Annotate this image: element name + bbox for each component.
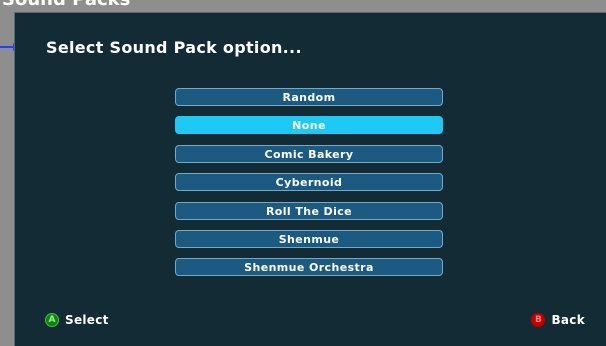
sound-pack-panel: Select Sound Pack option... Random None …	[14, 12, 606, 346]
options-list: Random None Comic Bakery Cybernoid Roll …	[175, 88, 443, 287]
option-random[interactable]: Random	[175, 88, 443, 106]
option-shenmue[interactable]: Shenmue	[175, 229, 443, 248]
back-hint[interactable]: B Back	[531, 313, 585, 327]
select-label: Select	[65, 313, 109, 327]
b-button-icon: B	[531, 313, 546, 327]
select-hint[interactable]: A Select	[45, 313, 109, 327]
option-comic-bakery[interactable]: Comic Bakery	[175, 144, 443, 163]
option-roll-the-dice[interactable]: Roll The Dice	[175, 201, 443, 220]
a-button-icon: A	[45, 313, 59, 327]
option-shenmue-orchestra[interactable]: Shenmue Orchestra	[175, 258, 443, 277]
pointer-arrow-icon	[0, 43, 18, 51]
panel-header: Select Sound Pack option...	[46, 38, 302, 57]
window-title: Sound Packs	[2, 0, 130, 10]
back-label: Back	[551, 313, 585, 327]
option-none[interactable]: None	[175, 116, 443, 135]
option-cybernoid[interactable]: Cybernoid	[175, 173, 443, 192]
